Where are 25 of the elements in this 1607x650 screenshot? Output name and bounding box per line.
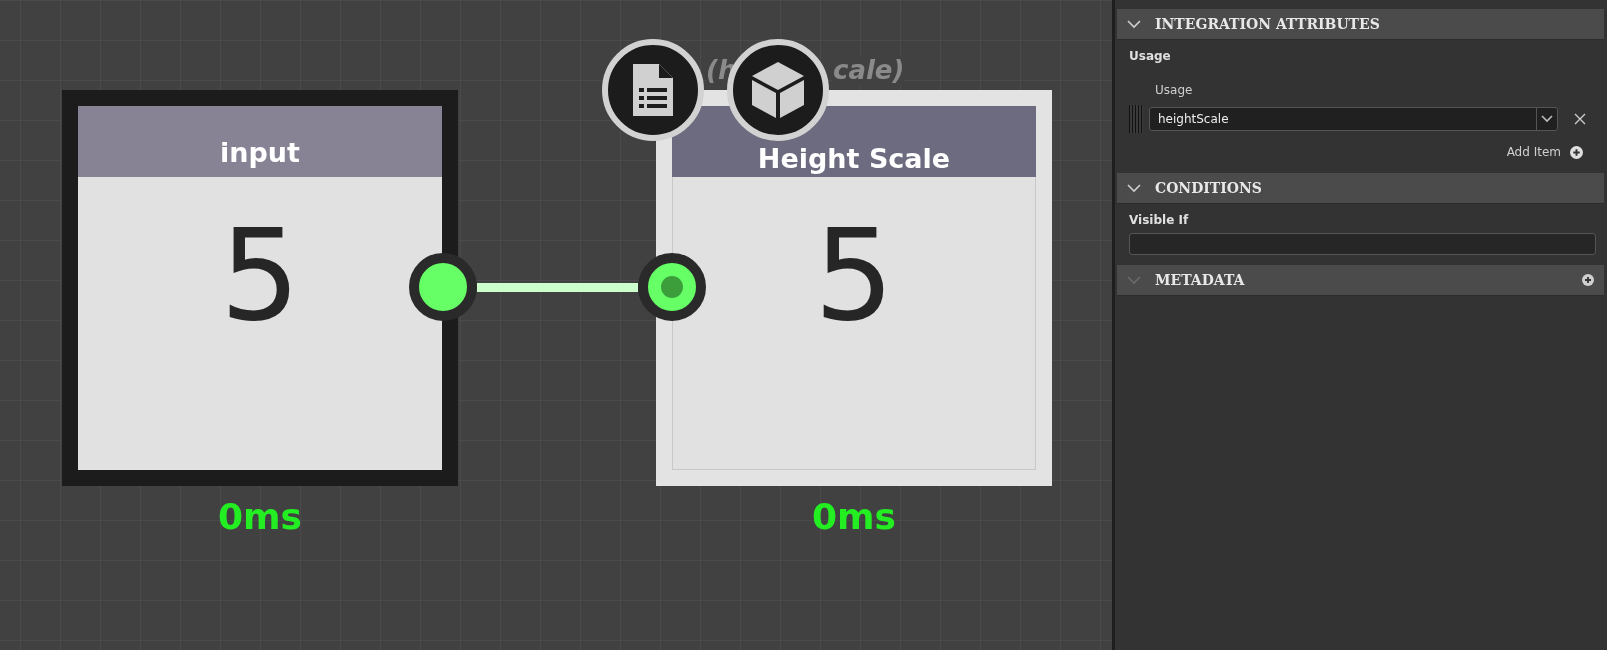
usage-dropdown[interactable]: heightScale [1149, 107, 1558, 131]
timing-label: 0ms [812, 496, 896, 537]
field-label: Usage [1155, 83, 1194, 97]
condition-input[interactable] [1129, 233, 1596, 255]
node-title: input [78, 106, 442, 177]
timing-label: 0ms [218, 496, 302, 537]
node-card[interactable]: input 5 [62, 90, 458, 486]
section-header[interactable]: INTEGRATION ATTRIBUTES [1117, 9, 1604, 40]
node-card[interactable]: Height Scale 5 [656, 90, 1052, 486]
close-icon[interactable] [1574, 113, 1586, 125]
section-title: METADATA [1155, 272, 1246, 288]
section-title: CONDITIONS [1155, 180, 1263, 196]
section-header[interactable]: CONDITIONS [1117, 173, 1604, 204]
section-title: INTEGRATION ATTRIBUTES [1155, 16, 1381, 32]
group-label: Usage [1129, 49, 1172, 63]
node-value: 5 [813, 213, 895, 339]
field-label: Visible If [1129, 213, 1190, 227]
drag-handle[interactable] [1129, 105, 1143, 133]
node-subtitle: cale) [833, 56, 905, 85]
add-item-link[interactable]: Add Item [1506, 145, 1561, 159]
node-value: 5 [219, 213, 301, 339]
add-icon[interactable] [1582, 274, 1594, 286]
section-header[interactable]: METADATA [1117, 265, 1604, 296]
add-icon[interactable] [1570, 145, 1583, 159]
caret-icon [1541, 115, 1553, 123]
